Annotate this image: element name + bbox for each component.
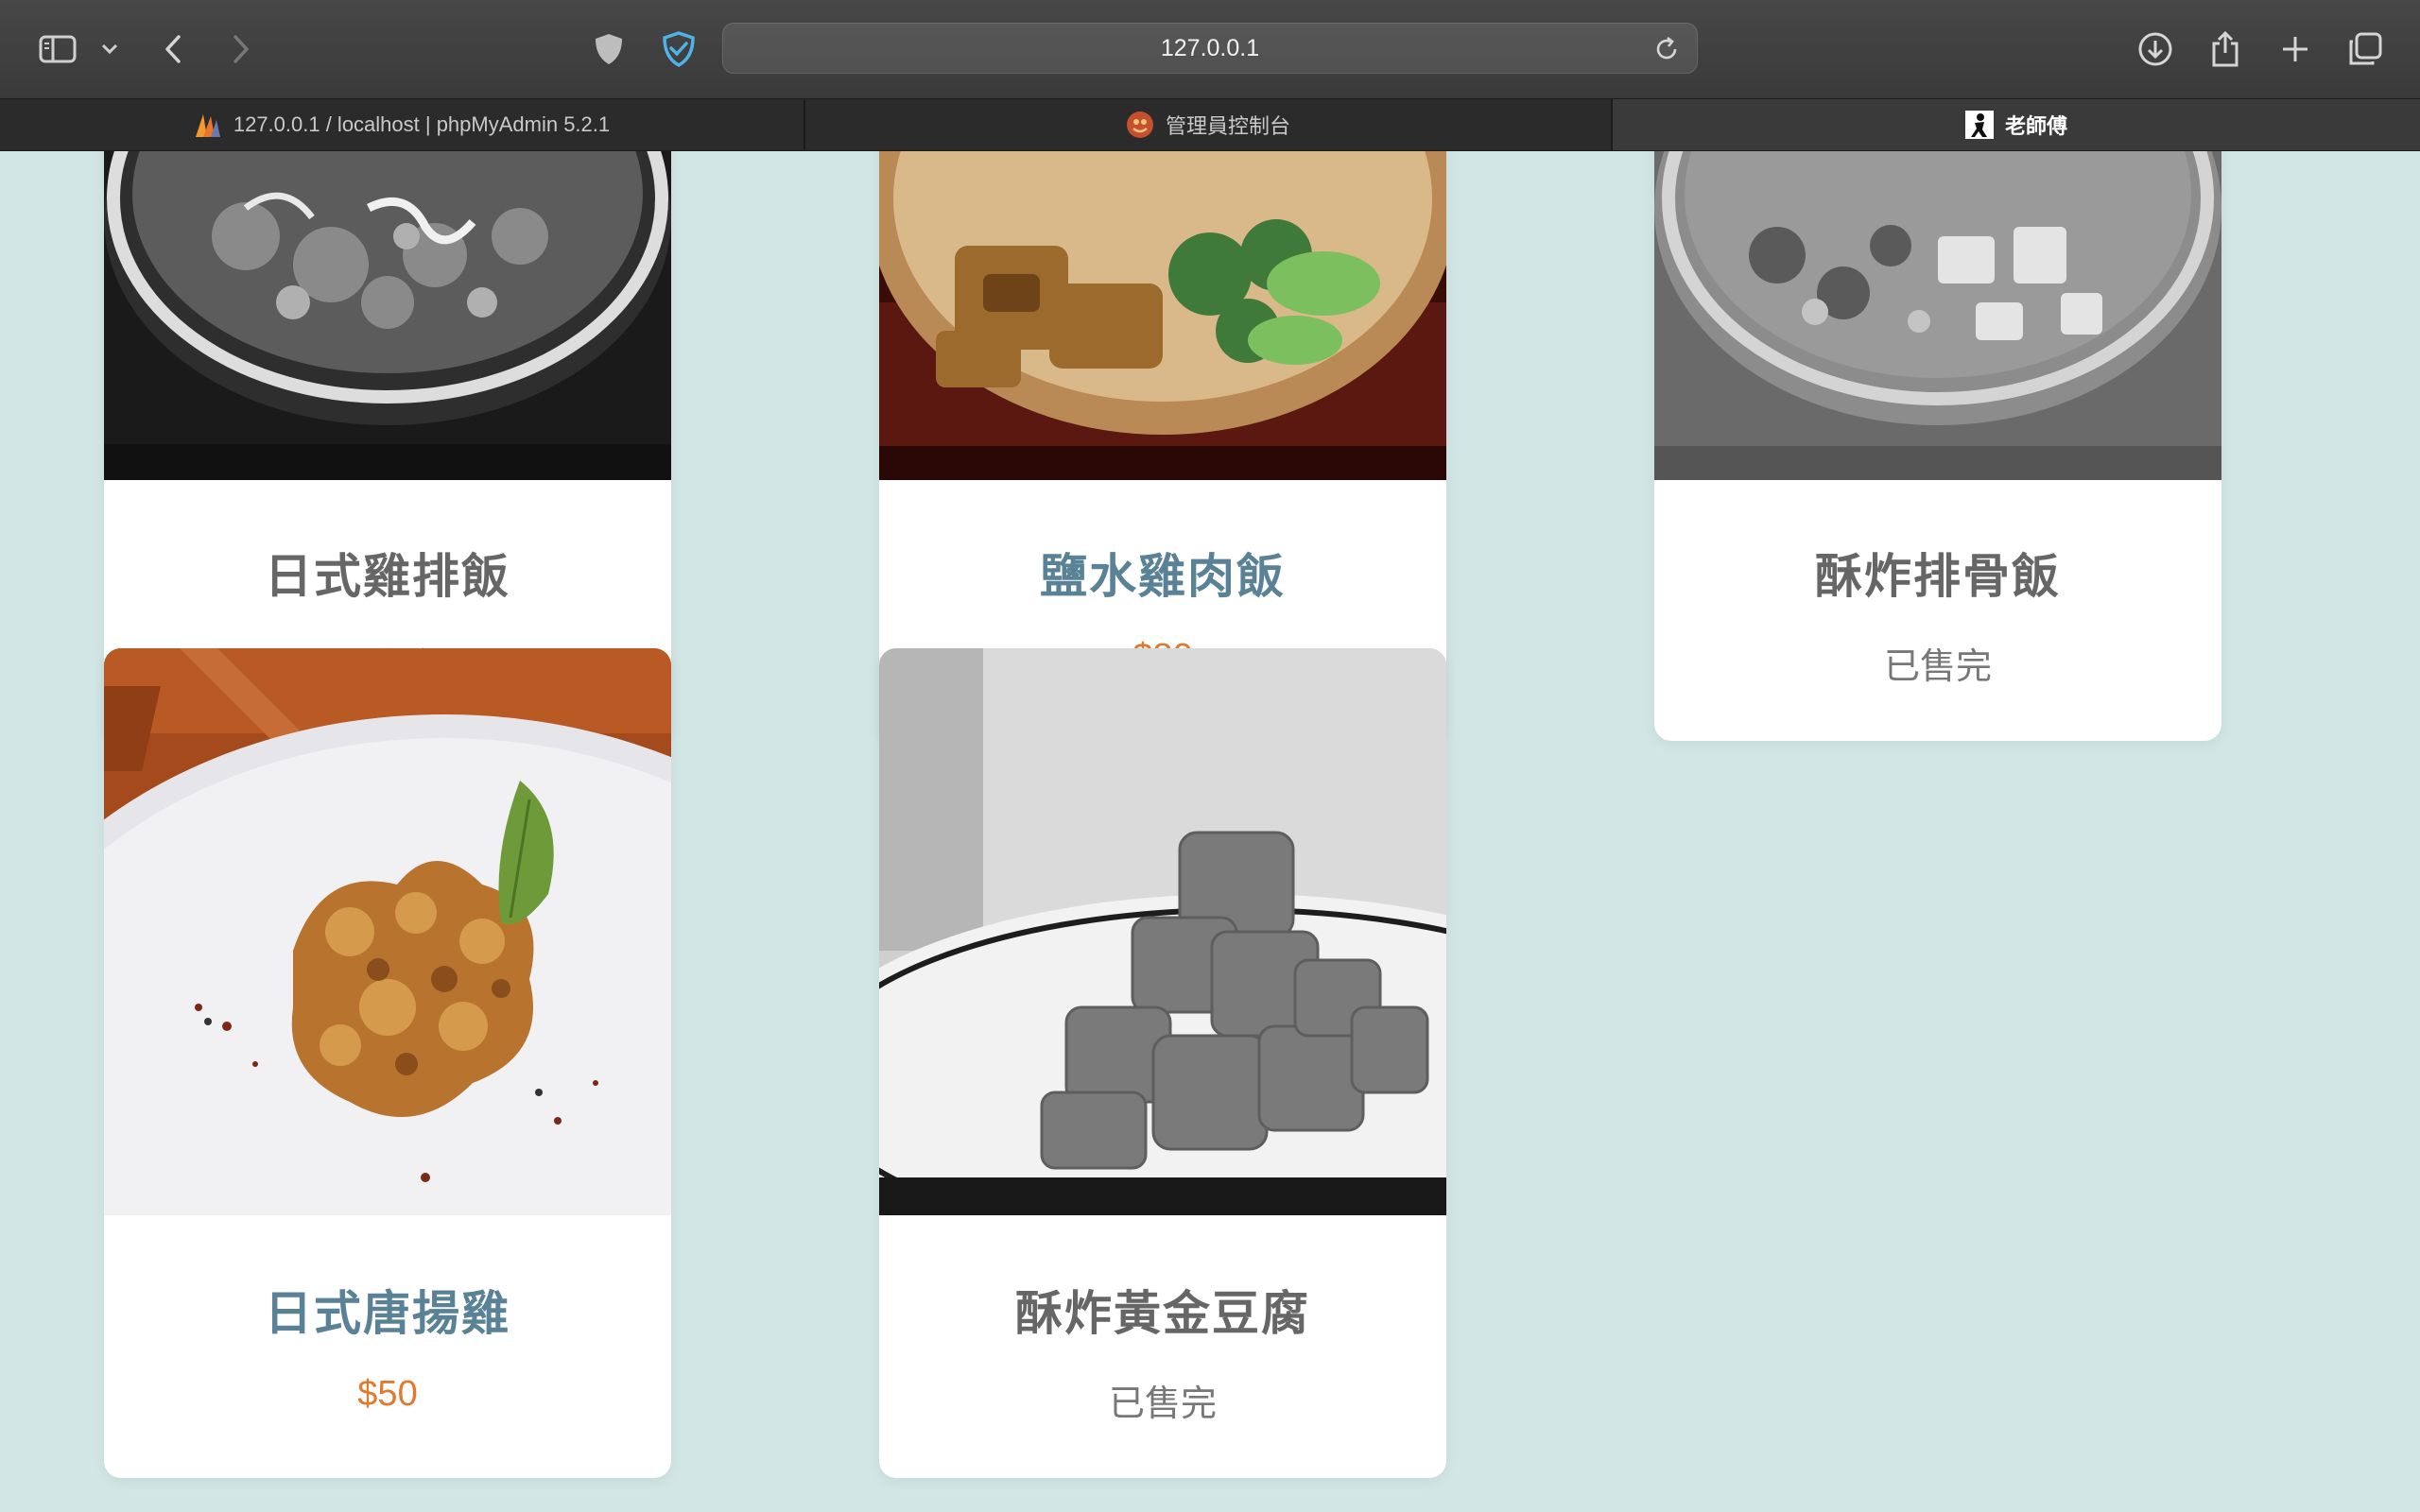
reload-icon[interactable] — [1653, 36, 1680, 69]
price-label: $50 — [357, 1374, 418, 1414]
menu-card[interactable]: 酥炸排骨飯 已售完 — [1654, 151, 2221, 741]
dish-name: 日式雞排飯 — [265, 549, 510, 604]
new-tab-plus-icon[interactable] — [2276, 25, 2314, 74]
dish-name: 酥炸黃金豆腐 — [1015, 1286, 1310, 1341]
dish-name: 鹽水雞肉飯 — [1040, 549, 1286, 604]
tab-shop[interactable]: 老師傅 — [1613, 99, 2420, 150]
tab-title: 老師傅 — [2004, 114, 2067, 138]
downloads-icon[interactable] — [2136, 25, 2174, 74]
tab-phpmyadmin[interactable]: 127.0.0.1 / localhost | phpMyAdmin 5.2.1 — [0, 99, 805, 150]
chevron-down-icon[interactable] — [98, 25, 121, 74]
tab-title: 127.0.0.1 / localhost | phpMyAdmin 5.2.1 — [233, 112, 611, 136]
browser-toolbar: 127.0.0.1 — [0, 0, 2420, 98]
extension-shield-icon[interactable] — [658, 25, 700, 74]
url-text: 127.0.0.1 — [1160, 34, 1260, 61]
admin-favicon-icon — [1126, 111, 1154, 139]
privacy-shield-icon[interactable] — [590, 25, 628, 74]
card-info: 酥炸排骨飯 已售完 — [1654, 478, 2221, 741]
forward-arrow-icon[interactable] — [227, 25, 255, 74]
menu-card[interactable]: 酥炸黃金豆腐 已售完 — [879, 648, 1446, 1478]
tab-admin-console[interactable]: 管理員控制台 — [805, 99, 1613, 150]
shop-favicon-icon — [1964, 111, 1994, 139]
card-info: 酥炸黃金豆腐 已售完 — [879, 1215, 1446, 1478]
phpmyadmin-icon — [194, 111, 222, 139]
sidebar-toggle-icon[interactable] — [34, 25, 81, 74]
food-photo — [104, 648, 671, 1215]
food-photo — [879, 648, 1446, 1215]
dish-name: 日式唐揚雞 — [265, 1286, 510, 1341]
food-photo — [1654, 151, 2221, 480]
food-photo — [879, 151, 1446, 480]
tab-overview-icon[interactable] — [2346, 25, 2384, 74]
dish-name: 酥炸排骨飯 — [1815, 549, 2061, 604]
tab-title: 管理員控制台 — [1165, 114, 1290, 138]
address-bar[interactable]: 127.0.0.1 — [722, 23, 1698, 74]
sold-out-label: 已售完 — [1108, 1383, 1217, 1424]
sold-out-label: 已售完 — [1883, 645, 1992, 687]
menu-page: 日式雞排飯 已售完 鹽水雞肉飯 $80 — [0, 151, 2420, 1512]
menu-card[interactable]: 日式唐揚雞 $50 — [104, 648, 671, 1478]
tab-bar: 127.0.0.1 / localhost | phpMyAdmin 5.2.1… — [0, 98, 2420, 151]
back-arrow-icon[interactable] — [159, 25, 187, 74]
share-icon[interactable] — [2206, 25, 2244, 74]
food-photo — [104, 151, 671, 480]
card-info: 日式唐揚雞 $50 — [104, 1215, 671, 1478]
